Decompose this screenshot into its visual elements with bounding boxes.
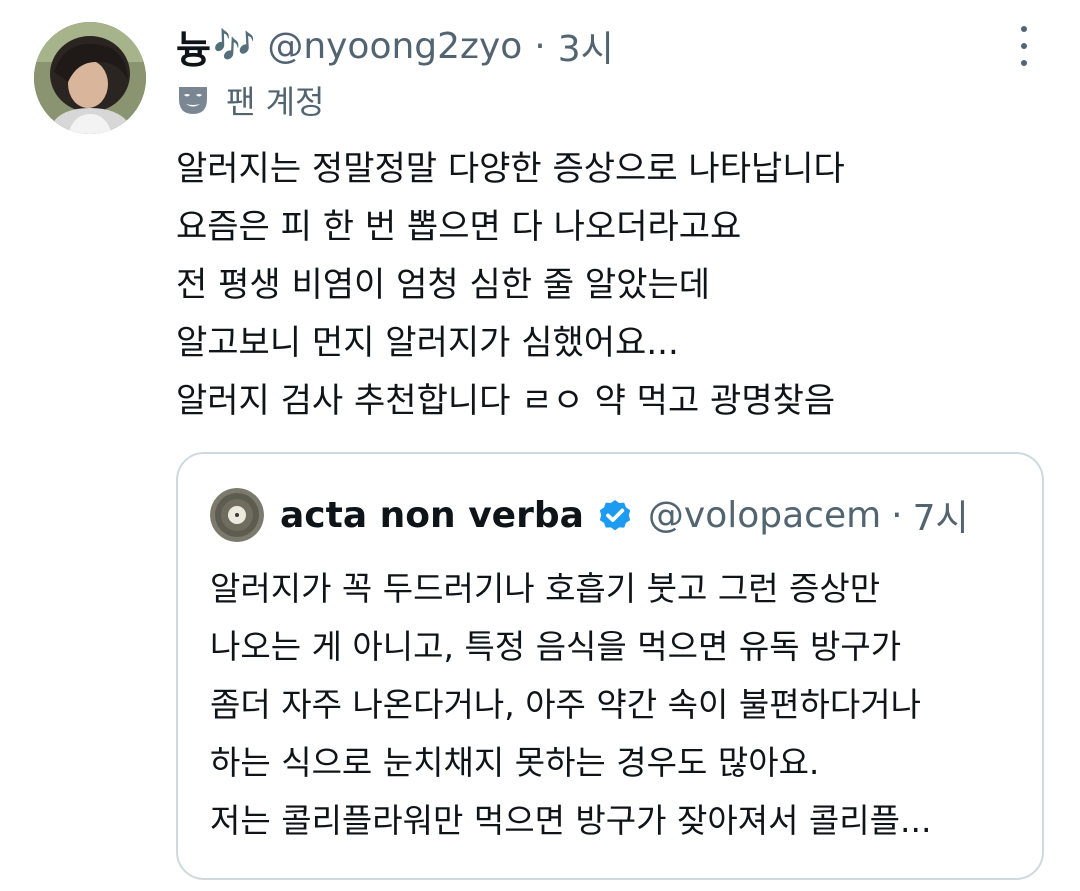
tweet-text-line: 전 평생 비염이 엄청 심한 줄 알았는데 xyxy=(176,265,711,305)
quoted-tweet-text: 알러지가 꼭 두드러기나 호흡기 붓고 그런 증상만 나오는 게 아니고, 특정… xyxy=(210,560,1030,850)
quoted-handle[interactable]: @volopacem xyxy=(648,495,881,536)
tweet-text-line: 알러지는 정말정말 다양한 증상으로 나타납니다 xyxy=(176,149,845,189)
quoted-avatar[interactable] xyxy=(210,488,264,542)
quoted-timestamp[interactable]: 7시 xyxy=(913,489,969,541)
separator-dot: · xyxy=(534,25,546,67)
display-name[interactable]: 늉 xyxy=(176,19,211,74)
more-dot-bottom xyxy=(1021,60,1027,66)
quoted-text-line: 알러지가 꼭 두드러기나 호흡기 붓고 그런 증상만 xyxy=(210,569,881,608)
quoted-display-name[interactable]: acta non verba xyxy=(280,495,584,536)
avatar[interactable] xyxy=(34,22,146,134)
verified-badge-icon xyxy=(599,499,631,531)
fan-label-text: 팬 계정 xyxy=(226,83,325,121)
quoted-text-line: 좀더 자주 나온다거나, 아주 약간 속이 불편하다거나 xyxy=(210,685,921,724)
quoted-text-line: 하는 식으로 눈치채지 못하는 경우도 많아요. xyxy=(210,743,820,782)
timestamp[interactable]: 3시 xyxy=(558,20,614,72)
tweet-text-line: 요즘은 피 한 번 뽑으면 다 나오더라고요 xyxy=(176,207,742,247)
more-options-icon[interactable] xyxy=(1006,26,1042,66)
fan-account-label: 팬 계정 xyxy=(176,76,325,124)
quoted-separator-dot: · xyxy=(891,494,903,536)
tweet-text: 알러지는 정말정말 다양한 증상으로 나타납니다 요즘은 피 한 번 뽑으면 다… xyxy=(176,140,1056,430)
more-dot-top xyxy=(1021,26,1027,32)
handle[interactable]: @nyoong2zyo xyxy=(267,26,522,67)
music-notes-icon: 🎶 xyxy=(212,26,255,66)
quoted-tweet-header: acta non verba @volopacem · 7시 xyxy=(210,488,969,542)
mask-icon xyxy=(179,87,207,114)
tweet-text-line: 알고보니 먼지 알러지가 심했어요... xyxy=(176,323,679,363)
avatar-image xyxy=(34,22,146,134)
vinyl-record-image xyxy=(210,488,264,542)
tweet-text-line: 알러지 검사 추천합니다 ㄹㅇ 약 먹고 광명찾음 xyxy=(176,381,836,421)
quoted-text-line: 저는 콜리플라워만 먹으면 방구가 잦아져서 콜리플... xyxy=(210,801,932,840)
quoted-text-line: 나오는 게 아니고, 특정 음식을 먹으면 유독 방구가 xyxy=(210,627,902,666)
more-dot-middle xyxy=(1021,43,1027,49)
quoted-tweet-card[interactable]: acta non verba @volopacem · 7시 알러지가 꼭 두드… xyxy=(176,452,1044,880)
tweet-header: 늉 🎶 @nyoong2zyo · 3시 xyxy=(176,20,614,72)
